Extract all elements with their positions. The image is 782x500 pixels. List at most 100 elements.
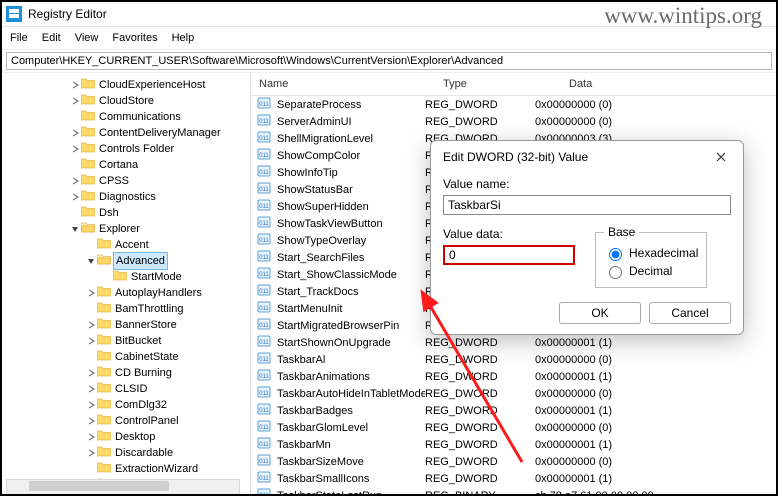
tree-item-contentdeliverymanager[interactable]: ContentDeliveryManager xyxy=(70,125,250,141)
tree-item-cd-burning[interactable]: CD Burning xyxy=(86,365,250,381)
scrollbar-thumb[interactable] xyxy=(29,481,169,491)
svg-text:011: 011 xyxy=(259,323,269,329)
tree-item-discardable[interactable]: Discardable xyxy=(86,445,250,461)
value-row[interactable]: 011TaskbarAutoHideInTabletModeREG_DWORD0… xyxy=(251,385,776,402)
radio-hex-input[interactable] xyxy=(609,248,622,261)
column-headers[interactable]: Name Type Data xyxy=(251,73,776,96)
chevron-right-icon[interactable] xyxy=(86,400,96,410)
chevron-right-icon[interactable] xyxy=(70,144,80,154)
chevron-right-icon[interactable] xyxy=(86,368,96,378)
chevron-right-icon[interactable] xyxy=(70,192,80,202)
tree-item-explorer[interactable]: Explorer xyxy=(70,221,250,237)
value-data-field[interactable] xyxy=(443,245,575,265)
tree-item-label: ComDlg32 xyxy=(115,397,167,413)
radio-decimal[interactable]: Decimal xyxy=(604,263,698,279)
value-name: ShellMigrationLevel xyxy=(277,133,425,145)
tree-item-desktop[interactable]: Desktop xyxy=(86,429,250,445)
base-legend: Base xyxy=(604,225,639,239)
folder-icon xyxy=(81,205,99,222)
value-row[interactable]: 011StartShownOnUpgradeREG_DWORD0x0000000… xyxy=(251,334,776,351)
value-data: 0x00000000 (0) xyxy=(535,456,776,468)
folder-icon xyxy=(97,365,115,382)
tree-item-accent[interactable]: Accent xyxy=(86,237,250,253)
folder-icon xyxy=(81,189,99,206)
chevron-down-icon[interactable] xyxy=(70,224,80,234)
value-name-field[interactable] xyxy=(443,195,731,215)
value-row[interactable]: 011ServerAdminUIREG_DWORD0x00000000 (0) xyxy=(251,113,776,130)
value-icon: 011 xyxy=(257,232,273,249)
chevron-right-icon[interactable] xyxy=(70,176,80,186)
value-type: REG_DWORD xyxy=(425,337,535,349)
value-row[interactable]: 011SeparateProcessREG_DWORD0x00000000 (0… xyxy=(251,96,776,113)
value-icon: 011 xyxy=(257,419,273,436)
chevron-right-icon[interactable] xyxy=(70,80,80,90)
menu-file[interactable]: File xyxy=(10,32,28,44)
svg-text:011: 011 xyxy=(259,476,269,482)
value-row[interactable]: 011TaskbarAlREG_DWORD0x00000000 (0) xyxy=(251,351,776,368)
tree-item-comdlg32[interactable]: ComDlg32 xyxy=(86,397,250,413)
value-row[interactable]: 011TaskbarSizeMoveREG_DWORD0x00000000 (0… xyxy=(251,453,776,470)
column-type[interactable]: Type xyxy=(435,78,561,90)
tree-item-cpss[interactable]: CPSS xyxy=(70,173,250,189)
value-row[interactable]: 011TaskbarMnREG_DWORD0x00000001 (1) xyxy=(251,436,776,453)
radio-hexadecimal[interactable]: Hexadecimal xyxy=(604,245,698,261)
value-row[interactable]: 011TaskbarBadgesREG_DWORD0x00000001 (1) xyxy=(251,402,776,419)
menu-view[interactable]: View xyxy=(75,32,99,44)
tree-item-controlpanel[interactable]: ControlPanel xyxy=(86,413,250,429)
tree-item-cabinetstate[interactable]: CabinetState xyxy=(86,349,250,365)
tree-item-extractionwizard[interactable]: ExtractionWizard xyxy=(86,461,250,477)
menu-favorites[interactable]: Favorites xyxy=(112,32,157,44)
column-data[interactable]: Data xyxy=(561,78,776,90)
chevron-down-icon[interactable] xyxy=(86,256,96,266)
tree-item-communications[interactable]: Communications xyxy=(70,109,250,125)
folder-icon xyxy=(113,269,131,286)
tree-item-bannerstore[interactable]: BannerStore xyxy=(86,317,250,333)
ok-button[interactable]: OK xyxy=(559,302,641,324)
value-row[interactable]: 011TaskbarStateLastRunREG_BINARYcb 78 a7… xyxy=(251,487,776,496)
tree-item-label: Diagnostics xyxy=(99,189,156,205)
tree-item-controls-folder[interactable]: Controls Folder xyxy=(70,141,250,157)
registry-tree[interactable]: CloudExperienceHostCloudStoreCommunicati… xyxy=(2,73,251,496)
tree-item-clsid[interactable]: CLSID xyxy=(86,381,250,397)
radio-dec-input[interactable] xyxy=(609,266,622,279)
chevron-right-icon[interactable] xyxy=(86,288,96,298)
tree-horizontal-scrollbar[interactable] xyxy=(6,479,240,495)
tree-item-dsh[interactable]: Dsh xyxy=(70,205,250,221)
tree-item-bitbucket[interactable]: BitBucket xyxy=(86,333,250,349)
tree-item-cloudstore[interactable]: CloudStore xyxy=(70,93,250,109)
chevron-right-icon[interactable] xyxy=(86,320,96,330)
tree-item-autoplayhandlers[interactable]: AutoplayHandlers xyxy=(86,285,250,301)
value-data: 0x00000001 (1) xyxy=(535,337,776,349)
cancel-button[interactable]: Cancel xyxy=(649,302,731,324)
svg-text:011: 011 xyxy=(259,357,269,363)
tree-item-bamthrottling[interactable]: BamThrottling xyxy=(86,301,250,317)
value-row[interactable]: 011TaskbarAnimationsREG_DWORD0x00000001 … xyxy=(251,368,776,385)
window-title: Registry Editor xyxy=(28,7,107,21)
chevron-right-icon[interactable] xyxy=(70,96,80,106)
value-row[interactable]: 011TaskbarSmallIconsREG_DWORD0x00000001 … xyxy=(251,470,776,487)
svg-text:011: 011 xyxy=(259,221,269,227)
tree-item-startmode[interactable]: StartMode xyxy=(102,269,250,285)
tree-item-cortana[interactable]: Cortana xyxy=(70,157,250,173)
column-name[interactable]: Name xyxy=(251,78,435,90)
value-name: TaskbarSizeMove xyxy=(277,456,425,468)
chevron-right-icon[interactable] xyxy=(86,336,96,346)
address-input[interactable] xyxy=(6,52,772,70)
tree-twisty-empty xyxy=(70,160,80,170)
menu-help[interactable]: Help xyxy=(172,32,195,44)
tree-item-advanced[interactable]: Advanced xyxy=(86,253,250,269)
chevron-right-icon[interactable] xyxy=(86,432,96,442)
value-data: 0x00000000 (0) xyxy=(535,116,776,128)
dialog-close-button[interactable] xyxy=(709,147,733,167)
svg-text:011: 011 xyxy=(259,408,269,414)
chevron-right-icon[interactable] xyxy=(70,128,80,138)
tree-item-diagnostics[interactable]: Diagnostics xyxy=(70,189,250,205)
chevron-right-icon[interactable] xyxy=(86,448,96,458)
chevron-right-icon[interactable] xyxy=(86,384,96,394)
tree-item-cloudexperiencehost[interactable]: CloudExperienceHost xyxy=(70,77,250,93)
menu-edit[interactable]: Edit xyxy=(42,32,61,44)
value-row[interactable]: 011TaskbarGlomLevelREG_DWORD0x00000000 (… xyxy=(251,419,776,436)
value-name: ShowCompColor xyxy=(277,150,425,162)
folder-icon xyxy=(97,285,115,302)
chevron-right-icon[interactable] xyxy=(86,416,96,426)
